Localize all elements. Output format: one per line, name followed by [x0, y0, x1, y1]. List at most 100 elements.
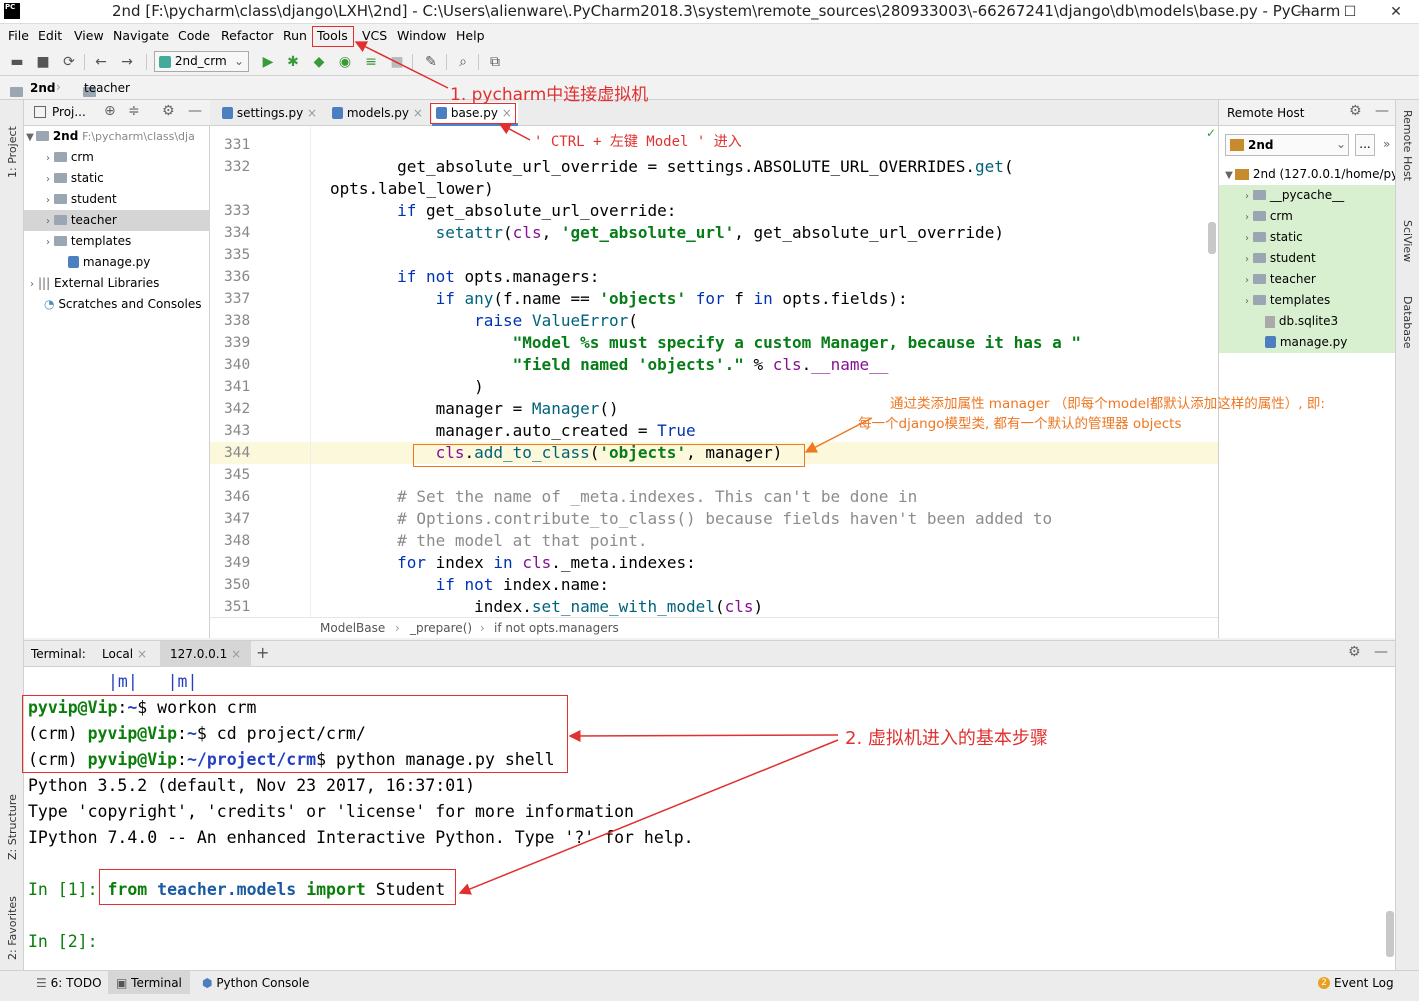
terminal-tab[interactable]: ▣ Terminal [108, 971, 190, 994]
gear-icon[interactable]: ⚙ [1348, 644, 1361, 660]
menu-file[interactable]: File [8, 28, 29, 43]
server-select[interactable]: 2nd ⌄ [1225, 134, 1349, 156]
tree-item-manage-py[interactable]: manage.py [24, 252, 210, 273]
tree-item-scratches[interactable]: ◔ Scratches and Consoles [24, 294, 210, 315]
terminal-scrollbar[interactable] [1386, 911, 1394, 957]
line-number: 351 [224, 599, 251, 615]
concurrency-icon[interactable]: ≡ [362, 53, 380, 71]
folder-icon [1253, 273, 1266, 284]
remote-sync-icon[interactable]: ⧉ [486, 53, 504, 71]
tool-tab-project[interactable]: 1: Project [6, 108, 19, 178]
close-icon[interactable]: × [307, 106, 317, 120]
hide-icon[interactable]: — [1375, 103, 1389, 119]
locate-icon[interactable]: ⊕ [104, 103, 116, 119]
close-window-button[interactable]: ✕ [1373, 0, 1419, 24]
editor-scrollbar[interactable] [1208, 222, 1216, 254]
maximize-button[interactable]: ☐ [1327, 0, 1373, 24]
run-config-select[interactable]: 2nd_crm ⌄ [154, 51, 249, 72]
remote-item-label: __pycache__ [1269, 188, 1345, 202]
terminal-tab-local[interactable]: Local × [94, 641, 155, 667]
minimize-button[interactable]: — [1281, 0, 1327, 24]
menu-view[interactable]: View [74, 28, 104, 43]
new-terminal-button[interactable]: + [256, 643, 269, 662]
profile-icon[interactable]: ◉ [336, 53, 354, 71]
breadcrumb-project[interactable]: 2nd [30, 81, 55, 95]
tree-item-student[interactable]: › student [24, 189, 210, 210]
tree-item-templates[interactable]: › templates [24, 231, 210, 252]
menu-help[interactable]: Help [456, 28, 485, 43]
breadcrumb-folder[interactable]: teacher [84, 81, 130, 95]
run-icon[interactable]: ▶ [259, 53, 277, 71]
stop-icon[interactable]: ■ [388, 53, 406, 71]
remote-item-static[interactable]: › static [1219, 227, 1396, 248]
breadcrumb-class[interactable]: ModelBase [320, 618, 385, 638]
menu-refactor[interactable]: Refactor [221, 28, 273, 43]
remote-item-pycache[interactable]: › __pycache__ [1219, 185, 1396, 206]
tree-item-teacher[interactable]: › teacher [24, 210, 210, 231]
browse-button[interactable]: ... [1355, 134, 1375, 156]
menu-navigate[interactable]: Navigate [113, 28, 169, 43]
close-icon[interactable]: × [413, 106, 423, 120]
code-editor[interactable]: 331 332 get_absolute_url_override = sett… [210, 126, 1218, 638]
tools-highlight-box [312, 26, 354, 47]
close-icon[interactable]: × [137, 647, 147, 661]
tool-tab-structure[interactable]: Z: Structure [6, 780, 19, 860]
toolbar-divider [446, 54, 447, 70]
remote-root[interactable]: ▼ 2nd (127.0.0.1/home/py [1219, 164, 1398, 185]
editor-tab-settings[interactable]: settings.py × [218, 102, 320, 126]
remote-item-student[interactable]: › student [1219, 248, 1396, 269]
terminal-tab-label: 127.0.0.1 [170, 647, 228, 661]
tree-item-static[interactable]: › static [24, 168, 210, 189]
folder-icon [1253, 231, 1266, 242]
menu-vcs[interactable]: VCS [362, 28, 387, 43]
hide-icon[interactable]: — [1374, 644, 1388, 660]
tree-root[interactable]: ▼ 2nd F:\pycharm\class\dja [24, 126, 210, 147]
tool-tab-remote-host[interactable]: Remote Host [1401, 110, 1414, 200]
sync-icon[interactable]: ⟳ [60, 53, 78, 71]
menu-code[interactable]: Code [178, 28, 210, 43]
tool-tab-favorites[interactable]: 2: Favorites [6, 880, 19, 960]
tool-tab-database[interactable]: Database [1401, 296, 1414, 366]
tree-item-label: teacher [70, 213, 117, 227]
menu-edit[interactable]: Edit [38, 28, 62, 43]
debug-icon[interactable]: ✱ [284, 53, 302, 71]
breadcrumb-method[interactable]: _prepare() [410, 618, 472, 638]
python-console-tab[interactable]: ⬢ Python Console [202, 976, 309, 990]
code-line: 348 # the model at that point. [224, 531, 648, 550]
hide-icon[interactable]: — [188, 103, 202, 119]
gear-icon[interactable]: ⚙ [162, 103, 175, 119]
remote-item-templates[interactable]: › templates [1219, 290, 1396, 311]
forward-icon[interactable]: → [118, 53, 136, 71]
toolbar-divider [84, 54, 85, 70]
close-icon[interactable]: × [231, 647, 241, 661]
back-icon[interactable]: ← [92, 53, 110, 71]
collapse-icon[interactable]: ≑ [128, 103, 140, 119]
gear-icon[interactable]: ⚙ [1349, 103, 1362, 119]
tree-item-crm[interactable]: › crm [24, 147, 210, 168]
remote-item-db[interactable]: db.sqlite3 [1219, 311, 1396, 332]
remote-item-label: static [1269, 230, 1303, 244]
breadcrumb-block[interactable]: if not opts.managers [494, 618, 619, 638]
event-log-tab[interactable]: Event Log [1334, 976, 1394, 990]
chevron-right-icon: › [46, 153, 50, 164]
remote-item-teacher[interactable]: › teacher [1219, 269, 1396, 290]
terminal-panel[interactable]: Terminal: Local × 127.0.0.1 × + ⚙ — |m| … [24, 640, 1395, 970]
project-view-select[interactable]: Proj... [52, 105, 86, 119]
import-highlight-box [99, 869, 456, 905]
menu-window[interactable]: Window [397, 28, 446, 43]
search-icon[interactable]: ⌕ [454, 53, 472, 71]
code-line: 350 if not index.name: [224, 575, 609, 594]
menu-run[interactable]: Run [283, 28, 307, 43]
save-icon[interactable]: ■ [34, 53, 52, 71]
remote-item-manage[interactable]: manage.py [1219, 332, 1396, 353]
open-folder-icon[interactable]: ▬ [8, 53, 26, 71]
terminal-tab-remote[interactable]: 127.0.0.1 × [160, 641, 252, 667]
remote-item-crm[interactable]: › crm [1219, 206, 1396, 227]
coverage-icon[interactable]: ◆ [310, 53, 328, 71]
wrench-icon[interactable]: ✎ [422, 53, 440, 71]
editor-tab-models[interactable]: models.py × [328, 102, 432, 126]
tree-item-external-libraries[interactable]: › ||| External Libraries [24, 273, 210, 294]
todo-tab[interactable]: ☰ 6: TODO [36, 976, 102, 990]
folder-icon [54, 151, 67, 162]
tool-tab-sciview[interactable]: SciView [1401, 220, 1414, 280]
